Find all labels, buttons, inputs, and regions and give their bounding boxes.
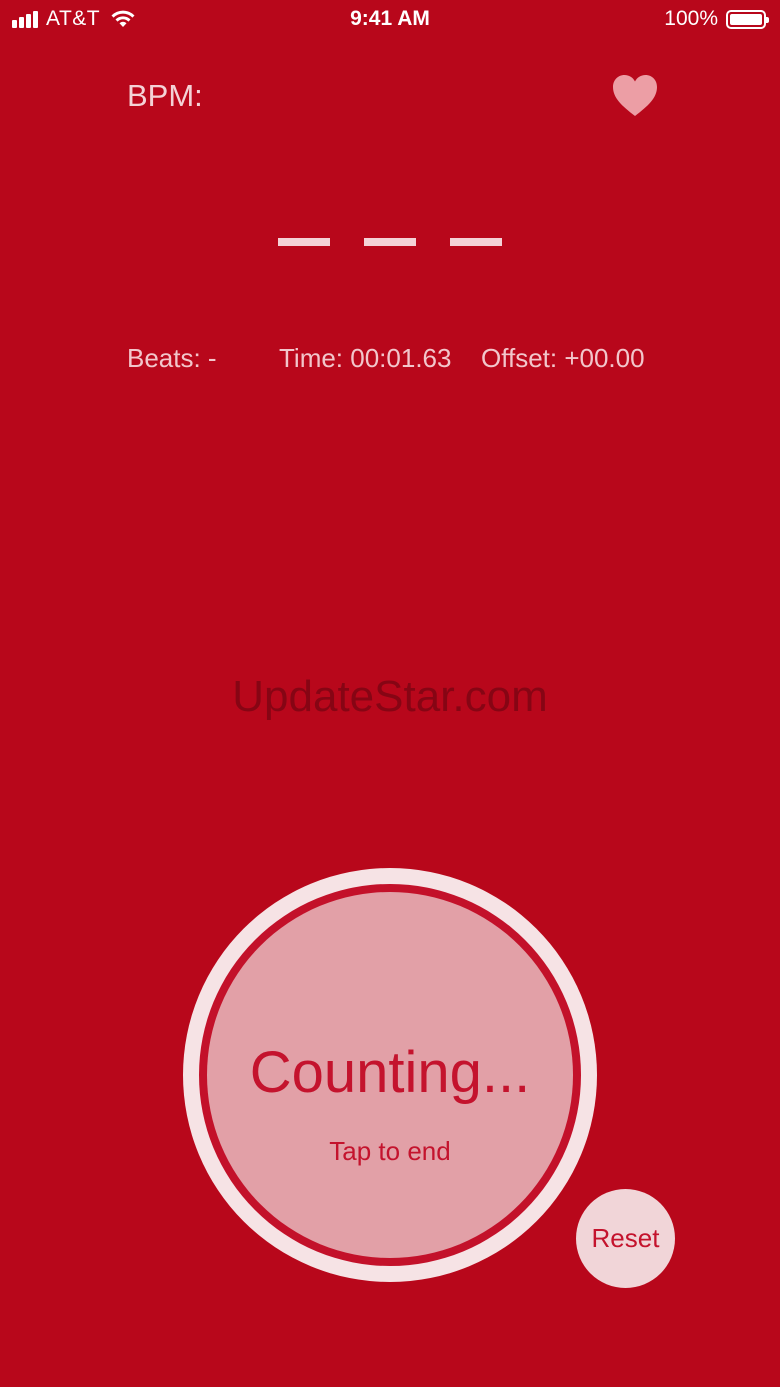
reset-button-label: Reset [591,1223,660,1253]
tap-button[interactable]: Counting... Tap to end [207,892,573,1258]
reset-button[interactable]: Reset [576,1189,675,1288]
offset-stat: Offset: +00.00 [481,343,645,373]
heart-icon[interactable] [612,74,658,118]
battery-percentage: 100% [664,7,718,30]
status-right: 100% [664,7,769,31]
beats-stat: Beats: - [127,343,217,373]
counting-label: Counting... [249,1040,531,1105]
status-time: 9:41 AM [350,7,430,30]
battery-fill [730,13,762,25]
bpm-label: BPM: [127,78,203,113]
bpm-dash [364,238,416,246]
time-stat: Time: 00:01.63 [279,343,452,373]
bpm-dash [450,238,502,246]
watermark: UpdateStar.com [232,672,548,721]
status-bar: AT&T 9:41 AM 100% [0,0,780,40]
bpm-dash [278,238,330,246]
battery-icon [726,9,769,29]
tap-hint: Tap to end [329,1136,451,1166]
